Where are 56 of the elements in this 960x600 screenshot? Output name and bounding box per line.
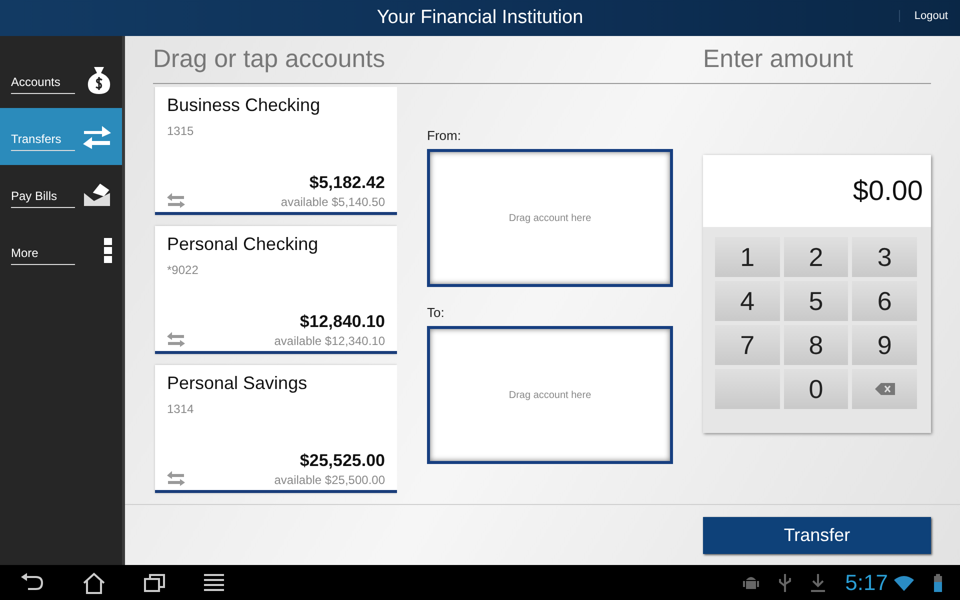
bill-envelope-icon: [82, 180, 112, 206]
drop-zone-label: To:: [427, 305, 446, 320]
digit-key[interactable]: 9: [852, 325, 917, 365]
recent-apps-icon[interactable]: [144, 572, 166, 592]
more-dots-icon: [104, 238, 112, 264]
usb-icon: [779, 574, 792, 592]
account-name: Business Checking: [167, 95, 322, 116]
sidebar-item[interactable]: Accounts: [0, 51, 122, 108]
swap-arrows-icon: [167, 332, 185, 348]
account-name: Personal Savings: [167, 373, 308, 394]
amount-display: $0.00: [703, 155, 931, 227]
battery-icon: [934, 574, 942, 592]
account-balance: $25,525.00: [300, 451, 385, 471]
digit-key[interactable]: 0: [784, 369, 848, 409]
transfer-button[interactable]: Transfer: [703, 516, 931, 554]
account-number: 1314: [167, 402, 195, 416]
account-card[interactable]: Business Checking 1315 $5,182.42 available $5,140.50: [155, 87, 397, 215]
drop-zone[interactable]: Drag account here: [427, 149, 673, 287]
download-icon: [811, 574, 826, 592]
digit-key[interactable]: 7: [715, 325, 780, 365]
clock: 5:17: [845, 570, 888, 596]
digit-key[interactable]: 1: [715, 237, 780, 277]
digit-key[interactable]: 2: [784, 237, 848, 277]
account-number: 1315: [167, 124, 195, 138]
backspace-key[interactable]: [852, 369, 917, 409]
accounts-heading: Drag or tap accounts: [153, 45, 386, 74]
digit-key[interactable]: 8: [784, 325, 848, 365]
account-balance: $12,840.10: [300, 312, 385, 332]
available-balance: available $12,340.10: [274, 334, 385, 348]
sidebar-item[interactable]: More: [0, 222, 122, 279]
digit-key[interactable]: 5: [784, 281, 848, 321]
amount-heading: Enter amount: [703, 45, 854, 74]
logout-link[interactable]: Logout: [899, 10, 948, 22]
account-card[interactable]: Personal Savings 1314 $25,525.00 available $25,500.00: [155, 365, 397, 493]
account-name: Personal Checking: [167, 234, 320, 255]
swap-arrows-icon: [167, 193, 185, 209]
app-title: Your Financial Institution: [376, 7, 584, 29]
account-balance: $5,182.42: [309, 173, 385, 193]
money-bag-icon: [86, 64, 112, 94]
account-card[interactable]: Personal Checking *9022 $12,840.10 available $12,340.10: [155, 226, 397, 354]
digit-key[interactable]: 4: [715, 281, 780, 321]
digit-key[interactable]: 6: [852, 281, 917, 321]
account-number: *9022: [167, 263, 200, 277]
back-icon[interactable]: [20, 572, 44, 592]
available-balance: available $25,500.00: [274, 473, 385, 487]
drop-zone-label: From:: [427, 128, 462, 143]
home-icon[interactable]: [82, 572, 106, 594]
sidebar-item[interactable]: Transfers: [0, 108, 122, 165]
digit-key[interactable]: 3: [852, 237, 917, 277]
drop-zone[interactable]: Drag account here: [427, 326, 673, 464]
swap-arrows-icon: [167, 471, 185, 487]
available-balance: available $5,140.50: [280, 195, 385, 209]
menu-icon[interactable]: [204, 572, 224, 592]
backspace-icon: [874, 383, 895, 395]
sidebar-item[interactable]: Pay Bills: [0, 165, 122, 222]
wifi-icon: [894, 574, 914, 590]
